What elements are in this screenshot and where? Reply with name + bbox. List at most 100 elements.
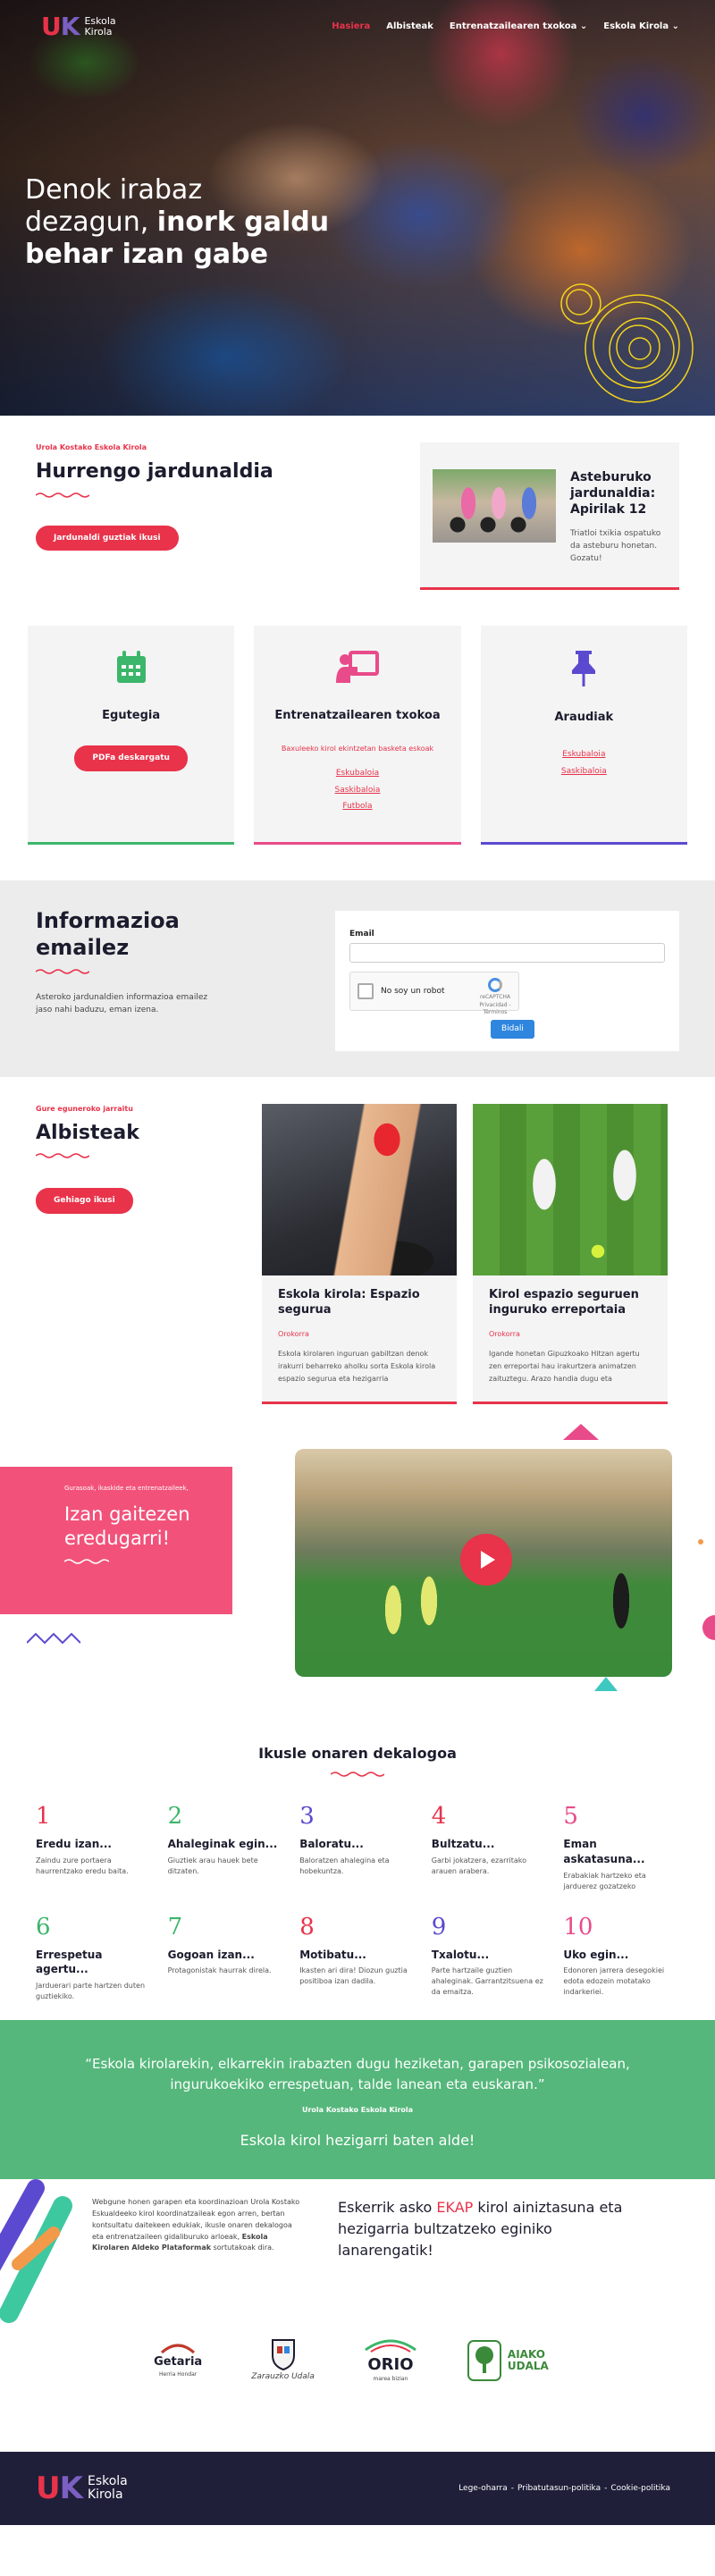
- play-icon[interactable]: [460, 1533, 512, 1586]
- news-card[interactable]: Eskola kirola: Espazio segurua Orokorra …: [262, 1103, 457, 1404]
- news-section: Gure eguneroko jarraitu Albisteak Gehiag…: [0, 1077, 715, 1440]
- email-label: Email: [349, 929, 374, 939]
- features-section: Egutegia PDFa deskargatu Entrenatzailear…: [0, 625, 715, 880]
- link-saskibaloia[interactable]: Saskibaloia: [335, 785, 381, 796]
- footer-link-legal[interactable]: Lege-oharra: [458, 2484, 508, 2493]
- decalogue-title: Ikusle onaren dekalogoa: [258, 1744, 457, 1762]
- next-round-card-text: Triatloi txikia ospatuko da asteburu hon…: [570, 528, 661, 564]
- footer-link-cookies[interactable]: Cookie-politika: [610, 2484, 670, 2493]
- rules-card-title: Araudiak: [554, 710, 614, 724]
- decalogue-item: 10 Uko egin... Edonoren jarrera desegokiei…: [563, 1915, 679, 2003]
- next-round-section: Urola Kostako Eskola Kirola Hurrengo jar…: [0, 416, 715, 626]
- sponsor-getaria[interactable]: Getaria Herria Hondar: [154, 2342, 202, 2378]
- decalogue-section: Ikusle onaren dekalogoa 1 Eredu izan... Za…: [0, 1717, 715, 2021]
- scribble-decoration: [560, 283, 694, 403]
- decalogue-number: 4: [431, 1803, 447, 1831]
- decalogue-item-title: Baloratu...: [299, 1838, 364, 1851]
- getaria-logo: [161, 2344, 196, 2354]
- sponsors-section: Getaria Herria Hondar Zarauzko Udala ORI…: [0, 2286, 715, 2452]
- newsletter-title: Informazioa emailez: [36, 907, 180, 960]
- decalogue-item-text: Zaindu zure portaera haurrentzako eredu …: [36, 1856, 129, 1875]
- wavy-underline: [36, 492, 89, 498]
- decalogue-item: 2 Ahaleginak egin... Giuztiek arau hauek b…: [168, 1805, 284, 1892]
- role-model-section: Gurasoak, ikaskide eta entrenatzaileek, …: [0, 1423, 715, 1717]
- decalogue-item-text: Parte hartzaile guztien ahaleginak. Garr…: [431, 1966, 543, 1997]
- decalogue-number: 1: [36, 1803, 51, 1831]
- decalogue-item: 3 Baloratu... Baloratzen ahalegina eta hob…: [299, 1805, 416, 1892]
- rules-link-saskibaloia[interactable]: Saskibaloia: [561, 766, 607, 778]
- slogan: Eskola kirol hezigarri baten alde!: [240, 2132, 475, 2150]
- email-field[interactable]: [349, 943, 665, 964]
- quote-text: “Eskola kirolarekin, elkarrekin irabazte…: [85, 2056, 630, 2092]
- decalogue-item-text: Baloratzen ahalegina eta hobekuntza.: [299, 1856, 390, 1875]
- chevron-down-icon: ⌄: [671, 21, 679, 31]
- recaptcha-icon: [488, 978, 502, 993]
- news-card[interactable]: Kirol espazio seguruen inguruko erreport…: [473, 1103, 668, 1404]
- download-pdf-button[interactable]: PDFa deskargatu: [74, 745, 188, 771]
- submit-button[interactable]: Bidali: [491, 1020, 534, 1039]
- decalogue-number: 10: [563, 1913, 593, 1940]
- news-card-title: Eskola kirola: Espazio segurua: [278, 1287, 420, 1317]
- decalogue-item: 8 Motibatu... Ikasten ari dira! Diozun guz…: [299, 1915, 416, 2003]
- calendar-icon: [116, 650, 146, 683]
- newsletter-text: Asteroko jardunaldien informazioa emaile…: [36, 992, 208, 1015]
- wavy-underline: [64, 1559, 109, 1564]
- coach-corner-card-title: Entrenatzailearen txokoa: [274, 708, 441, 722]
- decalogue-item: 7 Gogoan izan... Protagonistak haurrak dir…: [168, 1915, 284, 2003]
- nav-item-hasiera[interactable]: Hasiera: [332, 21, 370, 33]
- link-eskubaloia[interactable]: Eskubaloia: [335, 768, 381, 779]
- credits-section: Webgune honen garapen eta koordinazioan …: [0, 2179, 715, 2324]
- link-futbola[interactable]: Futbola: [335, 801, 381, 812]
- decalogue-number: 6: [36, 1913, 51, 1940]
- footer-link-privacy[interactable]: Pribatutasun-politika: [517, 2484, 601, 2493]
- hero-title: Denok irabaz dezagun, inork galdu behar …: [25, 174, 330, 270]
- nav-item-albisteak[interactable]: Albisteak: [386, 21, 433, 33]
- decalogue-item-title: Bultzatu...: [431, 1838, 495, 1851]
- rules-card: Araudiak Eskubaloia Saskibaloia: [480, 625, 687, 845]
- wavy-underline: [331, 1772, 384, 1777]
- video-player[interactable]: [295, 1448, 672, 1677]
- news-card-category: Orokorra: [278, 1329, 309, 1338]
- decalogue-number: 5: [563, 1803, 578, 1831]
- decalogue-item-text: Protagonistak haurrak direla.: [167, 1966, 272, 1975]
- zarautz-shield-icon: [271, 2339, 295, 2371]
- circle-decoration: [702, 1614, 715, 1640]
- decalogue-number: 8: [299, 1913, 315, 1940]
- more-news-button[interactable]: Gehiago ikusi: [36, 1188, 133, 1215]
- decalogue-item-text: Garbi jokatzera, ezarritako arauen arabe…: [431, 1856, 527, 1875]
- newsletter-form: Email No soy un robot reCAPTCHA Privacida…: [335, 910, 679, 1051]
- nav-item-eskola-kirola[interactable]: Eskola Kirola ⌄: [603, 21, 679, 33]
- sponsor-orio[interactable]: ORIO marea bizian: [364, 2337, 417, 2384]
- aia-tree-logo: [467, 2339, 501, 2381]
- wavy-underline: [36, 1153, 89, 1159]
- calendar-card: Egutegia PDFa deskargatu: [28, 625, 235, 845]
- news-card-excerpt: Igande honetan Gipuzkoako Hitzan agertu …: [489, 1349, 640, 1383]
- recaptcha-checkbox[interactable]: [358, 983, 374, 1000]
- footer-logo[interactable]: UK Eskola Kirola: [36, 2473, 128, 2504]
- decalogue-item-text: Jarduerari parte hartzen duten guztiekik…: [36, 1982, 146, 2001]
- next-round-card-title: Asteburuko jardunaldia: Apirilak 12: [570, 470, 656, 518]
- decalogue-number: 3: [299, 1803, 315, 1831]
- decalogue-item-title: Gogoan izan...: [167, 1948, 255, 1961]
- decalogue-grid: 1 Eredu izan... Zaindu zure portaera haurr…: [36, 1805, 679, 2002]
- dot-decoration: [698, 1538, 703, 1545]
- all-rounds-button[interactable]: Jardunaldi guztiak ikusi: [36, 525, 179, 551]
- rules-link-eskubaloia[interactable]: Eskubaloia: [561, 749, 607, 761]
- next-round-card[interactable]: Asteburuko jardunaldia: Apirilak 12 Tria…: [420, 442, 679, 590]
- hero: UK Eskola Kirola Hasiera Albisteak Entren…: [0, 0, 715, 416]
- decalogue-item-text: Giuztiek arau hauek bete ditzaten.: [167, 1856, 258, 1875]
- news-card-excerpt: Eskola kirolaren inguruan gabiltzan deno…: [278, 1349, 436, 1383]
- sponsor-zarautz[interactable]: Zarauzko Udala: [251, 2337, 315, 2383]
- decalogue-item-title: Errespetua agertu...: [36, 1948, 103, 1976]
- footer-links: Lege-oharra - Pribatutasun-politika - Cookie…: [458, 2483, 670, 2493]
- site-logo[interactable]: UK Eskola Kirola: [41, 14, 116, 39]
- news-kicker: Gure eguneroko jarraitu: [36, 1104, 133, 1113]
- kids-football-image: [473, 1103, 668, 1275]
- nav-item-entrenatzailearen-txokoa[interactable]: Entrenatzailearen txokoa ⌄: [450, 21, 587, 33]
- coach-board-icon: [335, 650, 379, 683]
- sponsor-aia[interactable]: AIAKO UDALA: [467, 2339, 561, 2382]
- role-model-box: Gurasoak, ikaskide eta entrenatzaileek, …: [0, 1466, 232, 1614]
- recaptcha-widget: No soy un robot reCAPTCHA Privacidad - Té…: [349, 972, 519, 1015]
- triangle-decoration: [594, 1676, 618, 1691]
- decalogue-number: 2: [167, 1803, 183, 1831]
